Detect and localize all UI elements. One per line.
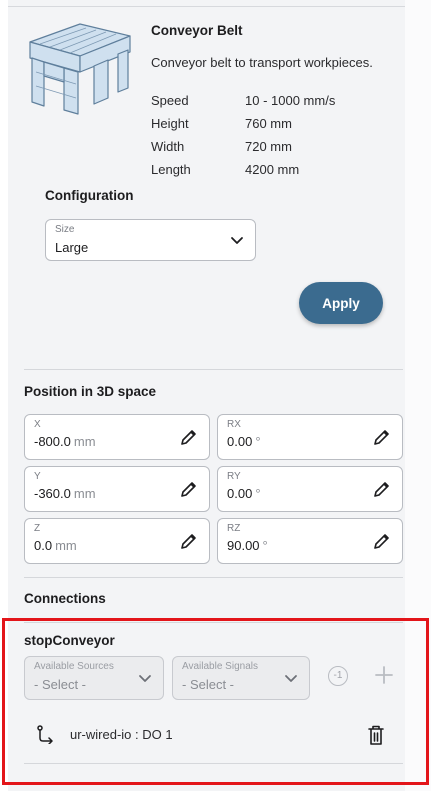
pencil-icon[interactable] <box>372 427 392 447</box>
spec-value: 760 mm <box>245 116 292 131</box>
field-value: -360.0 <box>34 486 71 501</box>
field-value: 0.00 <box>227 486 253 501</box>
highlight-box <box>2 618 429 785</box>
field-caption: RZ <box>227 523 241 534</box>
pencil-icon[interactable] <box>179 479 199 499</box>
configuration-title: Configuration <box>45 188 134 203</box>
pencil-icon[interactable] <box>372 531 392 551</box>
pencil-icon[interactable] <box>179 531 199 551</box>
field-unit: ° <box>255 434 261 449</box>
field-caption: RX <box>227 419 241 430</box>
spec-row-length: Length 4200 mm <box>151 162 299 177</box>
spec-label: Speed <box>151 93 189 108</box>
position-rx-field[interactable]: RX 0.00 ° <box>217 414 403 460</box>
pencil-icon[interactable] <box>372 479 392 499</box>
field-caption: X <box>34 419 41 430</box>
product-description: Conveyor belt to transport workpieces. <box>151 55 373 70</box>
spec-label: Height <box>151 116 189 131</box>
field-unit: mm <box>73 486 96 501</box>
spec-value: 720 mm <box>245 139 292 154</box>
position-z-field[interactable]: Z 0.0 mm <box>24 518 210 564</box>
spec-label: Width <box>151 139 185 154</box>
spec-value: 10 - 1000 mm/s <box>245 93 336 108</box>
field-unit: ° <box>255 486 261 501</box>
product-title: Conveyor Belt <box>151 23 243 38</box>
position-ry-field[interactable]: RY 0.00 ° <box>217 466 403 512</box>
divider <box>24 369 403 370</box>
field-caption: Z <box>34 523 41 534</box>
position-x-field[interactable]: X -800.0 mm <box>24 414 210 460</box>
field-unit: mm <box>55 538 77 553</box>
field-value: -800.0 <box>34 434 71 449</box>
field-value: 90.00 <box>227 538 260 553</box>
size-caption: Size <box>55 224 75 235</box>
spec-value: 4200 mm <box>245 162 300 177</box>
spec-label: Length <box>151 162 191 177</box>
spec-row-speed: Speed 10 - 1000 mm/s <box>151 93 335 108</box>
field-value: 0.00 <box>227 434 253 449</box>
pencil-icon[interactable] <box>179 427 199 447</box>
conveyor-belt-image <box>29 23 131 115</box>
field-caption: Y <box>34 471 41 482</box>
field-unit: mm <box>73 434 96 449</box>
connections-title: Connections <box>24 591 106 606</box>
apply-button[interactable]: Apply <box>299 282 383 324</box>
size-value: Large <box>55 240 89 255</box>
position-rz-field[interactable]: RZ 90.00 ° <box>217 518 403 564</box>
field-value: 0.0 <box>34 538 53 553</box>
spec-row-height: Height 760 mm <box>151 116 292 131</box>
position-title: Position in 3D space <box>24 384 157 399</box>
chevron-down-icon <box>231 237 243 244</box>
field-caption: RY <box>227 471 241 482</box>
divider <box>24 577 403 578</box>
spec-row-width: Width 720 mm <box>151 139 292 154</box>
field-unit: ° <box>262 538 268 553</box>
top-divider <box>8 6 405 7</box>
position-y-field[interactable]: Y -360.0 mm <box>24 466 210 512</box>
size-select[interactable]: Size Large <box>45 219 256 261</box>
